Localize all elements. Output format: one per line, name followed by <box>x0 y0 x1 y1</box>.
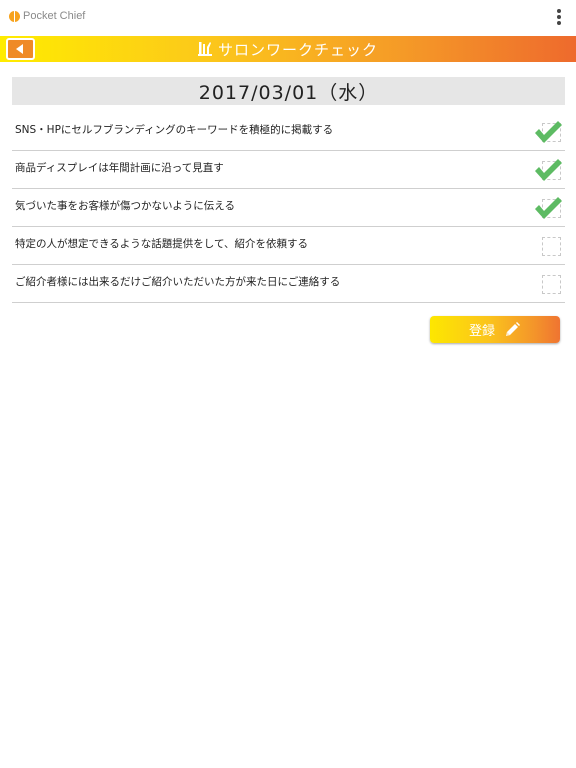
check-row[interactable]: 気づいた事をお客様が傷つかないように伝える <box>12 189 565 227</box>
check-mark-icon <box>535 197 562 219</box>
back-arrow-icon <box>16 44 23 54</box>
page-title: サロンワークチェック <box>217 40 378 59</box>
title-wrap: サロンワークチェック <box>0 36 576 62</box>
check-row[interactable]: 商品ディスプレイは年間計画に沿って見直す <box>12 151 565 189</box>
check-mark-icon <box>535 121 562 143</box>
checkbox[interactable] <box>535 197 562 219</box>
check-row[interactable]: 特定の人が想定できるような話題提供をして、紹介を依頼する <box>12 227 565 265</box>
checkbox[interactable] <box>535 121 562 143</box>
check-mark-icon <box>535 159 562 181</box>
app-bar: Pocket Chief <box>0 0 576 36</box>
checklist: SNS・HPにセルフブランディングのキーワードを積極的に掲載する 商品ディスプレ… <box>12 113 565 303</box>
register-label: 登録 <box>468 324 495 339</box>
date-display: 2017/03/01（水） <box>12 77 565 105</box>
check-label: 商品ディスプレイは年間計画に沿って見直す <box>15 162 224 174</box>
tools-icon <box>197 42 212 56</box>
checkbox[interactable] <box>535 159 562 181</box>
pencil-icon <box>506 321 520 336</box>
check-label: SNS・HPにセルフブランディングのキーワードを積極的に掲載する <box>15 124 334 136</box>
title-bar: サロンワークチェック <box>0 36 576 62</box>
checkbox[interactable] <box>542 237 561 256</box>
check-row[interactable]: SNS・HPにセルフブランディングのキーワードを積極的に掲載する <box>12 113 565 151</box>
more-vert-icon[interactable] <box>554 9 564 27</box>
check-label: 気づいた事をお客様が傷つかないように伝える <box>15 200 235 212</box>
check-label: ご紹介者様には出来るだけご紹介いただいた方が来た日にご連絡する <box>15 276 341 288</box>
app-name: Pocket Chief <box>23 10 86 22</box>
back-button[interactable] <box>6 38 35 60</box>
app-logo-icon <box>9 11 20 22</box>
register-button[interactable]: 登録 <box>430 316 560 343</box>
check-label: 特定の人が想定できるような話題提供をして、紹介を依頼する <box>15 238 308 250</box>
checkbox[interactable] <box>542 275 561 294</box>
check-row[interactable]: ご紹介者様には出来るだけご紹介いただいた方が来た日にご連絡する <box>12 265 565 303</box>
